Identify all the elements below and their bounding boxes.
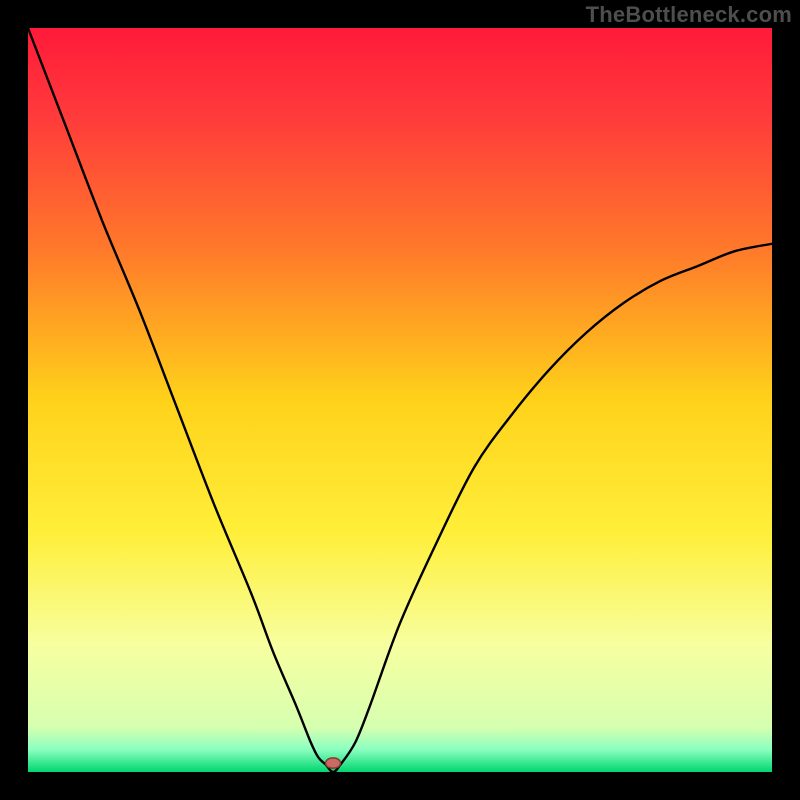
chart-svg <box>0 0 800 800</box>
watermark: TheBottleneck.com <box>586 2 792 28</box>
plot-area <box>28 28 772 772</box>
chart-viewport: { "watermark": { "text": "TheBottleneck.… <box>0 0 800 800</box>
optimum-marker <box>326 758 341 768</box>
